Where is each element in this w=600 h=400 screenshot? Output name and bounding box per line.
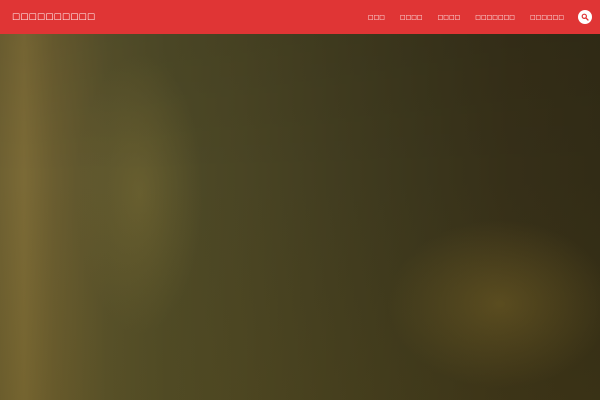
nav-item-2[interactable]: □□□□ [400,14,423,21]
site-header: □□□□□□□□□□ □□□ □□□□ □□□□ □□□□□□□ □□□□□□ [0,0,600,34]
nav-item-4[interactable]: □□□□□□□ [475,14,515,21]
search-icon [581,13,589,21]
nav-item-5[interactable]: □□□□□□ [530,14,564,21]
hero-overlay [0,34,600,400]
main-nav: □□□ □□□□ □□□□ □□□□□□□ □□□□□□ [368,0,592,34]
nav-item-1[interactable]: □□□ [368,14,385,21]
nav-item-3[interactable]: □□□□ [438,14,461,21]
search-button[interactable] [578,10,592,24]
page: □□□□□□□□□□ □□□ □□□□ □□□□ □□□□□□□ □□□□□□ [0,0,600,400]
hero-image [0,34,600,400]
site-title[interactable]: □□□□□□□□□□ [12,12,95,22]
